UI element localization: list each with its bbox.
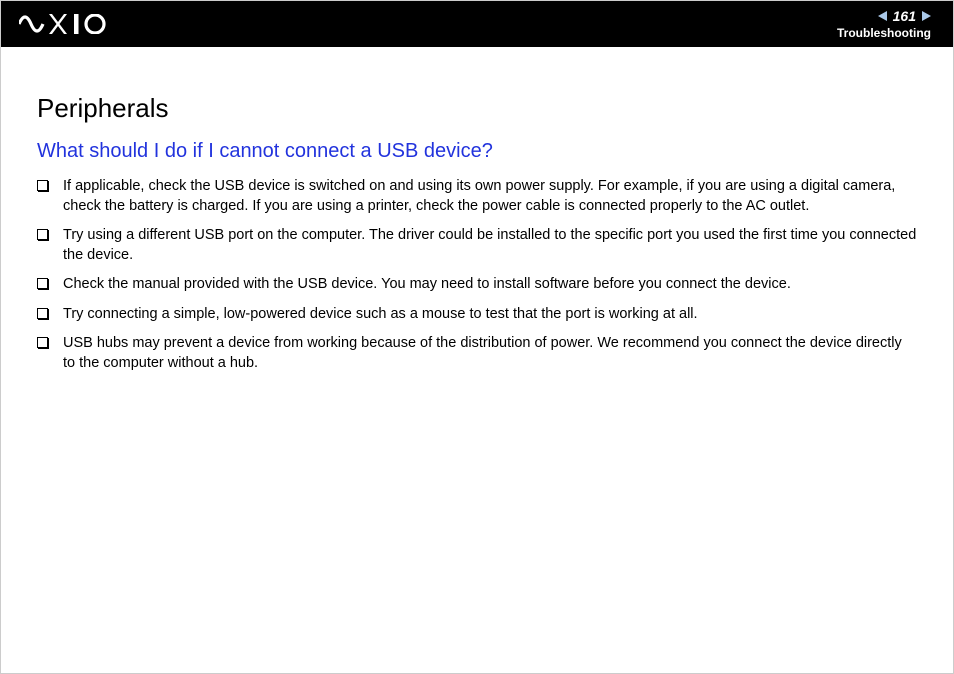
next-page-arrow-icon[interactable] [922, 11, 931, 21]
vaio-logo-svg [19, 14, 115, 34]
list-item-text: If applicable, check the USB device is s… [63, 178, 895, 214]
page-number: 161 [893, 8, 916, 24]
section-label: Troubleshooting [837, 26, 931, 40]
page-navigation: 161 [878, 8, 931, 24]
list-item: Check the manual provided with the USB d… [37, 275, 917, 295]
checkbox-bullet-icon [37, 180, 48, 191]
list-item-text: Try using a different USB port on the co… [63, 227, 916, 263]
vaio-logo [19, 14, 115, 34]
checkbox-bullet-icon [37, 337, 48, 348]
troubleshoot-list: If applicable, check the USB device is s… [37, 177, 917, 374]
list-item: Try using a different USB port on the co… [37, 226, 917, 265]
list-item: USB hubs may prevent a device from worki… [37, 334, 917, 373]
checkbox-bullet-icon [37, 229, 48, 240]
list-item: Try connecting a simple, low-powered dev… [37, 305, 917, 325]
page-content: Peripherals What should I do if I cannot… [1, 47, 953, 374]
header-bar: 161 Troubleshooting [1, 1, 953, 47]
list-item-text: Check the manual provided with the USB d… [63, 276, 791, 292]
list-item-text: USB hubs may prevent a device from worki… [63, 335, 902, 371]
question-heading: What should I do if I cannot connect a U… [37, 140, 917, 163]
header-right: 161 Troubleshooting [837, 8, 931, 40]
checkbox-bullet-icon [37, 308, 48, 319]
checkbox-bullet-icon [37, 278, 48, 289]
page-title: Peripherals [37, 93, 917, 124]
list-item: If applicable, check the USB device is s… [37, 177, 917, 216]
prev-page-arrow-icon[interactable] [878, 11, 887, 21]
list-item-text: Try connecting a simple, low-powered dev… [63, 306, 698, 322]
